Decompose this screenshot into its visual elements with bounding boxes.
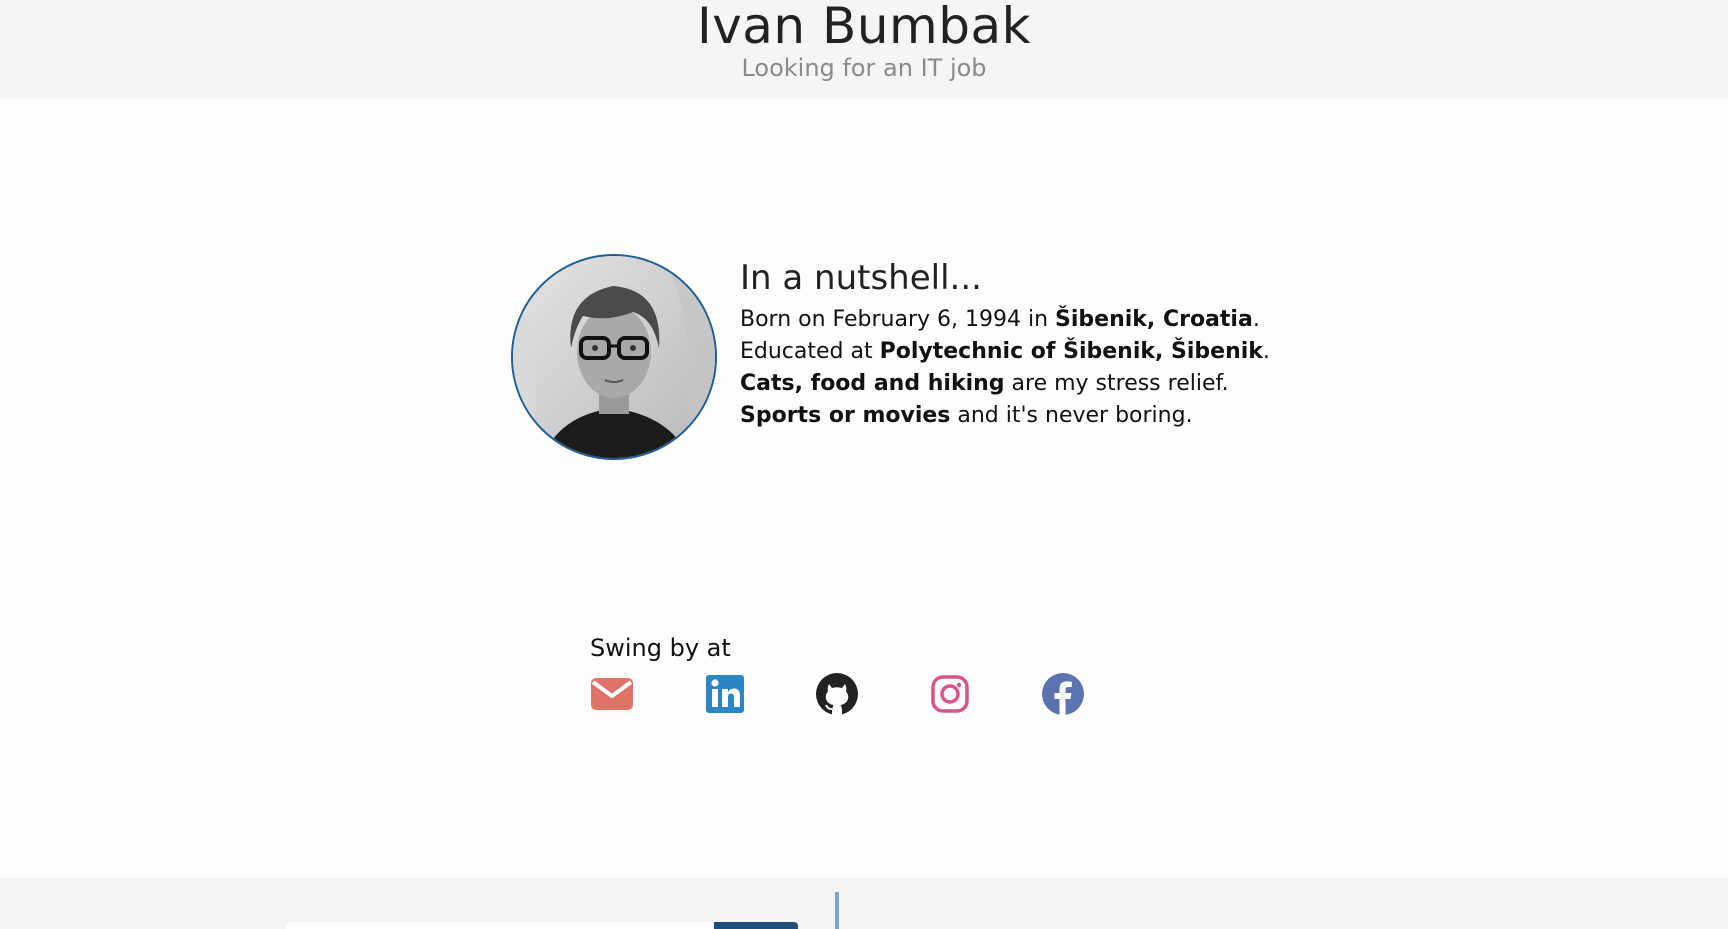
facebook-icon [1042,673,1084,715]
bio-heading: In a nutshell... [740,258,982,298]
bio-line-highlight: Polytechnic of Šibenik, Šibenik [879,339,1263,364]
linkedin-link[interactable] [703,672,747,716]
avatar-photo [513,256,715,458]
bio-line-education: Educated at Polytechnic of Šibenik, Šibe… [740,336,1270,368]
bio-line-text: and it's never boring. [950,403,1193,428]
bio-line-text: are my stress relief. [1004,371,1229,396]
avatar [511,254,717,460]
github-link[interactable] [815,672,859,716]
footer [0,878,1728,929]
bio-line-hobbies: Cats, food and hiking are my stress reli… [740,368,1260,400]
bio-line-highlight: Sports or movies [740,403,951,428]
bio-line-text: Educated at [740,339,880,364]
footer-divider [835,892,839,929]
page-title: Ivan Bumbak [696,0,1032,55]
social-links [590,672,1110,720]
social-section: Swing by at [590,632,1110,720]
bio-line-born: Born on February 6, 1994 in Šibenik, Cro… [740,304,1260,336]
page-header: Ivan Bumbak Looking for an IT job [0,0,1728,98]
social-title: Swing by at [590,634,731,662]
email-link[interactable] [590,672,634,716]
linkedin-icon [706,675,744,713]
page-subtitle: Looking for an IT job [741,54,987,82]
footer-input[interactable] [286,922,714,929]
github-icon [816,673,858,715]
instagram-icon [931,675,969,713]
bio-line-highlight: Šibenik, Croatia [1055,307,1253,332]
email-icon [591,678,633,710]
instagram-link[interactable] [928,672,972,716]
bio-line-highlight: Cats, food and hiking [740,371,1005,396]
facebook-link[interactable] [1041,672,1085,716]
bio-line-text: Born on February 6, 1994 in [740,307,1056,332]
bio-line-text: . [1262,339,1270,364]
bio-line-text: . [1252,307,1260,332]
footer-button[interactable] [714,922,798,929]
bio-section: In a nutshell... Born on February 6, 199… [740,256,1270,432]
bio-line-interests: Sports or movies and it's never boring. [740,400,1260,432]
main-content: In a nutshell... Born on February 6, 199… [0,98,1728,878]
